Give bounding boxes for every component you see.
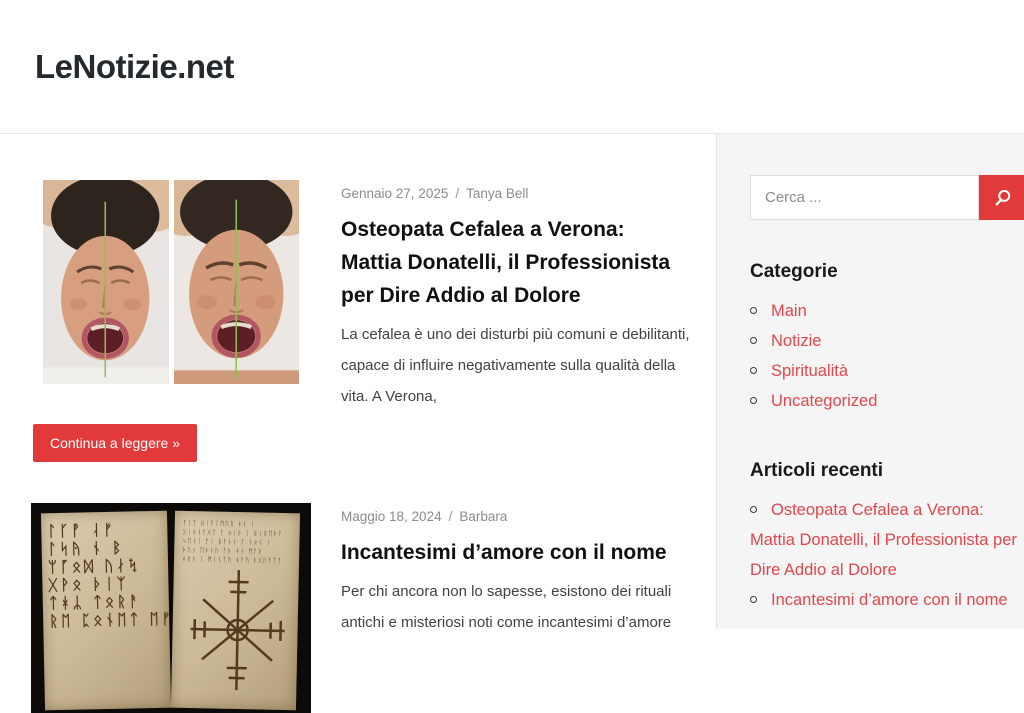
- category-link-spiritualita[interactable]: Spiritualità: [771, 362, 848, 380]
- list-item: Incantesimi d’amore con il nome: [750, 585, 1024, 615]
- post-title-link[interactable]: Incantesimi d’amore con il nome: [341, 541, 667, 564]
- search-icon: [995, 189, 1011, 205]
- post-date: Maggio 18, 2024: [341, 509, 442, 524]
- list-item: Main: [750, 296, 1024, 326]
- sidebar: Categorie Main Notizie Spiritualità Unca…: [717, 134, 1024, 629]
- recent-post-link-incantesimi[interactable]: Incantesimi d’amore con il nome: [771, 591, 1008, 609]
- list-item: Notizie: [750, 326, 1024, 356]
- rune-text: ᛚᚴᚡ ᛆᚠ: [47, 520, 116, 541]
- article-incantesimi: ᛚᚴᚡ ᛆᚠ ᛚᛋᚤ ᚾ ᛒ ᛘᚵᛟᛞ ᚢᛅᛪ ᚷᚹᛟ ᚦᛁᛉ ᛏᚼᛦ ᛏᛟᚱᚨ…: [31, 503, 690, 713]
- circle-bullet-icon: [750, 337, 757, 344]
- post-title: Incantesimi d’amore con il nome: [341, 536, 690, 569]
- meta-separator: /: [455, 186, 460, 201]
- search-button[interactable]: [979, 175, 1024, 220]
- recent-post-link-osteopata[interactable]: Osteopata Cefalea a Verona: Mattia Donat…: [750, 501, 1017, 579]
- rune-stave-symbol: [190, 570, 285, 691]
- site-header: LeNotizie.net: [0, 0, 1024, 134]
- categories-list: Main Notizie Spiritualità Uncategorized: [750, 296, 1024, 416]
- site-title[interactable]: LeNotizie.net: [35, 48, 234, 86]
- category-link-uncategorized[interactable]: Uncategorized: [771, 392, 877, 410]
- post-title: Osteopata Cefalea a Verona: Mattia Donat…: [341, 213, 690, 312]
- osteopathy-photo[interactable]: [43, 180, 299, 384]
- list-item: Uncategorized: [750, 386, 1024, 416]
- category-link-main[interactable]: Main: [771, 302, 807, 320]
- post-title-link[interactable]: Osteopata Cefalea a Verona: Mattia Donat…: [341, 218, 670, 307]
- article-osteopata: Gennaio 27, 2025 / Tanya Bell Osteopata Ce…: [31, 180, 690, 462]
- rune-book-right-page: ᚨᛁᛉ ᚺᛁᚨᛚᛗᚢᚱ ᚼᚾ ᛁ ᚷᛁᛟᚾᚨᚷᛏ ᚨ ᛟᛁᚦ ᛁ ᛒᛁᚱᛖᚦᚨ …: [170, 510, 301, 711]
- rune-text: ᛏᚼᛦ ᛏᛟᚱᚨ: [48, 592, 142, 613]
- meta-separator: /: [448, 509, 453, 524]
- circle-bullet-icon: [750, 506, 757, 513]
- rune-text: ᛘᚵᛟᛞ ᚢᛅᛪ: [47, 556, 141, 577]
- recent-posts-list: Osteopata Cefalea a Verona: Mattia Donat…: [750, 495, 1024, 615]
- post-excerpt: La cefalea è uno dei disturbi più comuni…: [341, 326, 690, 405]
- rune-book-photo[interactable]: ᛚᚴᚡ ᛆᚠ ᛚᛋᚤ ᚾ ᛒ ᛘᚵᛟᛞ ᚢᛅᛪ ᚷᚹᛟ ᚦᛁᛉ ᛏᚼᛦ ᛏᛟᚱᚨ…: [31, 503, 311, 713]
- article-thumbnail-incantesimi[interactable]: ᛚᚴᚡ ᛆᚠ ᛚᛋᚤ ᚾ ᛒ ᛘᚵᛟᛞ ᚢᛅᛪ ᚷᚹᛟ ᚦᛁᛉ ᛏᚼᛦ ᛏᛟᚱᚨ…: [31, 503, 311, 713]
- post-author: Tanya Bell: [466, 186, 529, 201]
- post-meta: Maggio 18, 2024 / Barbara: [341, 507, 690, 527]
- post-author: Barbara: [459, 509, 508, 524]
- main-column: Gennaio 27, 2025 / Tanya Bell Osteopata Ce…: [0, 134, 717, 713]
- list-item: Spiritualità: [750, 356, 1024, 386]
- rune-script-text: ᚼᚱᚾ ᛁ ᛗᛁᚾᛏᚢ ᚼᚨᚢ ᚦᚷᚢᚨᛏᚨ: [181, 554, 283, 565]
- read-more-button[interactable]: Continua a leggere »: [33, 424, 197, 462]
- recent-posts-widget: Articoli recenti Osteopata Cefalea a Ver…: [750, 460, 1024, 615]
- search-input[interactable]: [750, 175, 979, 220]
- rune-book-left-page: ᛚᚴᚡ ᛆᚠ ᛚᛋᚤ ᚾ ᛒ ᛘᚵᛟᛞ ᚢᛅᛪ ᚷᚹᛟ ᚦᛁᛉ ᛏᚼᛦ ᛏᛟᚱᚨ…: [40, 510, 174, 711]
- category-link-notizie[interactable]: Notizie: [771, 332, 821, 350]
- rune-text: ᚱᛖ ᛈᛟᚾᛖᛏ ᛖᚠ: [49, 609, 174, 631]
- post-date: Gennaio 27, 2025: [341, 186, 449, 201]
- circle-bullet-icon: [750, 596, 757, 603]
- recent-posts-heading: Articoli recenti: [750, 460, 884, 481]
- circle-bullet-icon: [750, 397, 757, 404]
- osteopathy-photo-left: [43, 180, 169, 384]
- post-meta: Gennaio 27, 2025 / Tanya Bell: [341, 184, 690, 204]
- content-area: Gennaio 27, 2025 / Tanya Bell Osteopata Ce…: [0, 134, 1024, 713]
- article-thumbnail-osteopata[interactable]: [31, 180, 311, 412]
- categories-widget: Categorie Main Notizie Spiritualità Unca…: [750, 261, 1024, 416]
- rune-text: ᚷᚹᛟ ᚦᛁᛉ: [48, 574, 129, 595]
- osteopathy-photo-right: [173, 180, 299, 384]
- rune-text: ᛚᛋᚤ ᚾ ᛒ: [47, 538, 125, 559]
- categories-heading: Categorie: [750, 261, 838, 282]
- circle-bullet-icon: [750, 367, 757, 374]
- list-item: Osteopata Cefalea a Verona: Mattia Donat…: [750, 495, 1024, 585]
- circle-bullet-icon: [750, 307, 757, 314]
- search-form: [750, 175, 1024, 220]
